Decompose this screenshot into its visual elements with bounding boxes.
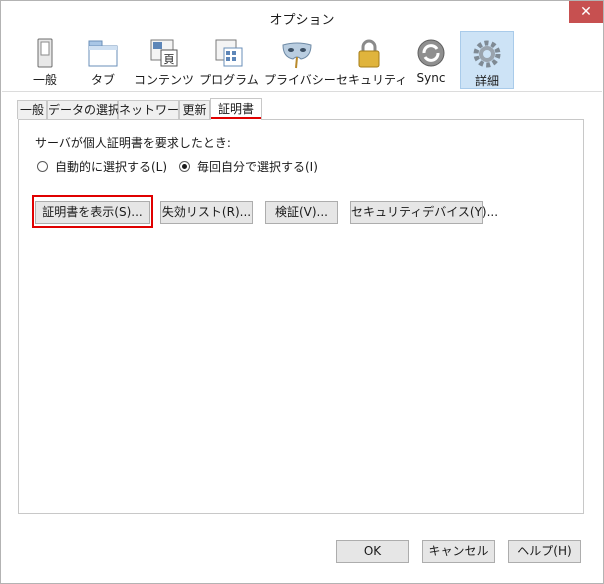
category-security[interactable]: セキュリティ xyxy=(336,31,408,89)
category-privacy[interactable]: プライバシー xyxy=(264,31,336,89)
certificates-panel: サーバが個人証明書を要求したとき: 自動的に選択する(L) 毎回自分で選択する(… xyxy=(18,119,584,514)
applications-icon xyxy=(215,39,243,67)
tab-data-choices[interactable]: データの選択 xyxy=(47,100,120,119)
category-sync[interactable]: Sync xyxy=(406,31,456,89)
category-tabs[interactable]: タブ xyxy=(76,31,130,89)
content-icon: 頁 xyxy=(150,39,178,67)
switch-icon xyxy=(37,38,53,68)
category-label: Sync xyxy=(416,71,446,85)
category-applications[interactable]: プログラム xyxy=(198,31,260,89)
mask-icon xyxy=(282,42,312,69)
category-advanced[interactable]: 詳細 xyxy=(460,31,514,89)
security-devices-button[interactable]: セキュリティデバイス(Y)... xyxy=(350,201,498,224)
category-label: 詳細 xyxy=(474,74,499,88)
options-window: オプション ✕ 一般 タブ 頁 コンテンツ プログラム プライバシー セキュリテ… xyxy=(0,0,604,584)
radio-auto-select[interactable]: 自動的に選択する(L) xyxy=(37,158,167,175)
help-button[interactable]: ヘルプ(H) xyxy=(508,540,581,563)
category-label: プログラム xyxy=(199,73,259,87)
tab-network[interactable]: ネットワーク xyxy=(118,100,191,119)
ok-button[interactable]: OK xyxy=(336,540,409,563)
validation-button[interactable]: 検証(V)... xyxy=(265,201,338,224)
toolbar-divider xyxy=(2,91,602,92)
category-label: タブ xyxy=(90,73,115,87)
cancel-button[interactable]: キャンセル xyxy=(422,540,495,563)
sync-icon xyxy=(417,39,445,67)
close-button[interactable]: ✕ xyxy=(569,1,603,23)
radio-ask-every-time[interactable]: 毎回自分で選択する(I) xyxy=(179,158,318,175)
svg-text:頁: 頁 xyxy=(164,53,175,66)
certificate-request-prompt: サーバが個人証明書を要求したとき: xyxy=(35,136,231,150)
revocation-lists-button[interactable]: 失効リスト(R)... xyxy=(160,201,253,224)
category-label: プライバシー xyxy=(264,73,336,87)
category-label: 一般 xyxy=(32,73,57,87)
category-label: コンテンツ xyxy=(133,73,194,87)
category-toolbar: 一般 タブ 頁 コンテンツ プログラム プライバシー セキュリティ Sync 詳… xyxy=(2,31,602,91)
radio-ask-indicator[interactable] xyxy=(179,161,190,172)
view-certificates-highlight xyxy=(32,195,153,228)
tabs-window-icon xyxy=(88,40,118,67)
radio-auto-indicator[interactable] xyxy=(37,161,48,172)
category-general[interactable]: 一般 xyxy=(18,31,72,89)
padlock-icon xyxy=(358,39,380,68)
radio-auto-label: 自動的に選択する(L) xyxy=(55,160,168,174)
close-icon: ✕ xyxy=(580,4,592,20)
tab-highlight-underline xyxy=(211,117,261,119)
tab-update[interactable]: 更新 xyxy=(179,100,210,119)
gear-icon xyxy=(473,40,501,68)
tab-general[interactable]: 一般 xyxy=(17,100,47,119)
title-bar: オプション ✕ xyxy=(1,1,603,31)
radio-ask-label: 毎回自分で選択する(I) xyxy=(197,160,318,174)
category-content[interactable]: 頁 コンテンツ xyxy=(132,31,196,89)
window-title: オプション xyxy=(269,13,335,28)
category-label: セキュリティ xyxy=(336,73,408,87)
